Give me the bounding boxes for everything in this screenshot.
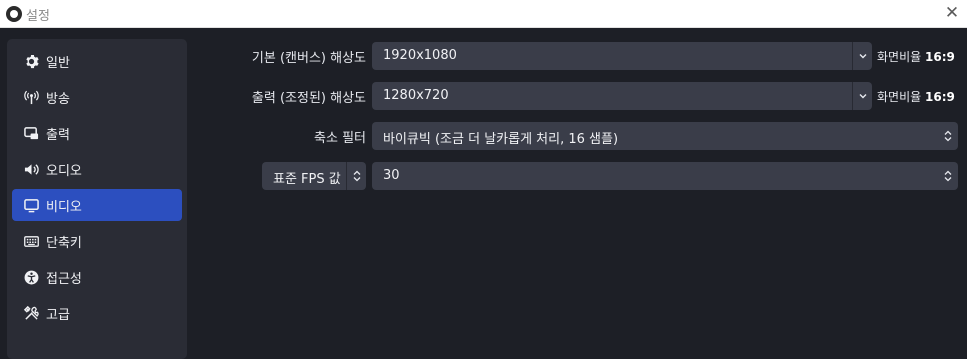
base-resolution-label: 기본 (캔버스) 해상도 <box>251 51 366 66</box>
sidebar-item-label: 방송 <box>46 91 70 107</box>
speaker-icon <box>23 161 39 177</box>
downscale-filter-label: 축소 필터 <box>314 131 366 146</box>
gear-icon <box>23 53 39 69</box>
accessibility-icon <box>23 269 39 285</box>
output-aspect-ratio: 화면비율 16:9 <box>877 88 955 105</box>
fps-type-value: 표준 FPS 값 <box>273 172 341 187</box>
tools-icon <box>23 305 39 321</box>
close-icon: ✕ <box>944 3 960 23</box>
keyboard-icon <box>23 233 39 249</box>
output-resolution-combo[interactable]: 1280x720 <box>372 82 872 110</box>
output-resolution-label: 출력 (조정된) 해상도 <box>251 91 366 106</box>
sidebar-item-label: 비디오 <box>46 199 82 215</box>
sidebar-item-general[interactable]: 일반 <box>12 45 182 77</box>
sidebar-item-label: 일반 <box>46 55 70 71</box>
sidebar-item-label: 단축키 <box>46 235 82 251</box>
title-bar: 설정 ✕ <box>0 0 967 28</box>
broadcast-icon <box>23 89 39 105</box>
fps-type-select[interactable]: 표준 FPS 값 <box>262 162 366 190</box>
chevron-down-icon <box>852 82 872 110</box>
sidebar-item-hotkeys[interactable]: 단축키 <box>12 225 182 257</box>
sidebar-item-audio[interactable]: 오디오 <box>12 153 182 185</box>
sidebar-item-output[interactable]: 출력 <box>12 117 182 149</box>
sidebar-item-label: 고급 <box>46 307 70 323</box>
sidebar-item-advanced[interactable]: 고급 <box>12 297 182 329</box>
settings-sidebar: 일반 방송 출력 오디오 비디오 단축키 접근성 고급 <box>7 39 187 359</box>
monitor-icon <box>23 197 39 213</box>
aspect-ratio-label: 화면비율 <box>877 50 922 64</box>
sidebar-item-label: 출력 <box>46 127 70 143</box>
sidebar-item-label: 오디오 <box>46 163 82 179</box>
aspect-ratio-label: 화면비율 <box>877 90 922 104</box>
obs-logo-icon <box>6 6 22 22</box>
aspect-ratio-value: 16:9 <box>925 90 955 104</box>
up-down-arrows-icon <box>346 162 366 190</box>
sidebar-item-accessibility[interactable]: 접근성 <box>12 261 182 293</box>
sidebar-item-video[interactable]: 비디오 <box>12 189 182 221</box>
base-resolution-combo[interactable]: 1920x1080 <box>372 42 872 70</box>
output-icon <box>23 125 39 141</box>
downscale-filter-value: 바이큐빅 (조금 더 날카롭게 처리, 16 샘플) <box>383 132 619 147</box>
up-down-arrows-icon <box>938 122 958 150</box>
fps-value: 30 <box>383 168 400 183</box>
fps-value-select[interactable]: 30 <box>372 162 958 190</box>
chevron-down-icon <box>852 42 872 70</box>
base-aspect-ratio: 화면비율 16:9 <box>877 48 955 65</box>
sidebar-item-label: 접근성 <box>46 271 82 287</box>
aspect-ratio-value: 16:9 <box>925 50 955 64</box>
window-title: 설정 <box>26 9 50 24</box>
downscale-filter-select[interactable]: 바이큐빅 (조금 더 날카롭게 처리, 16 샘플) <box>372 122 958 150</box>
up-down-arrows-icon <box>938 162 958 190</box>
output-resolution-value: 1280x720 <box>383 88 449 103</box>
close-button[interactable]: ✕ <box>941 2 963 24</box>
sidebar-item-stream[interactable]: 방송 <box>12 81 182 113</box>
base-resolution-value: 1920x1080 <box>383 48 457 63</box>
